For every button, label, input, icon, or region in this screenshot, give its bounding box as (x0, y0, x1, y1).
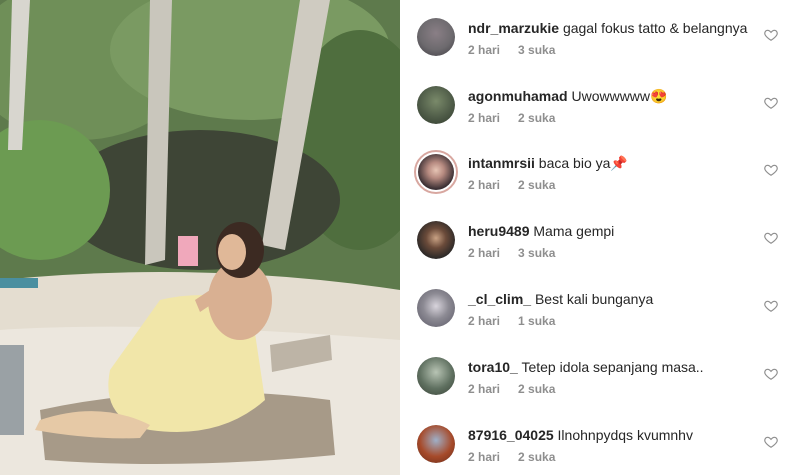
avatar[interactable] (414, 150, 458, 194)
comment-item: heru9489 Mama gempi 2 hari 3 suka (400, 221, 800, 289)
comment-username[interactable]: agonmuhamad (468, 88, 568, 104)
comment-meta: 2 hari 3 suka (468, 245, 555, 261)
comment-body: Mama gempi (533, 223, 615, 239)
avatar[interactable] (417, 18, 455, 56)
avatar-image (417, 425, 455, 463)
comment-item: agonmuhamad Uwowwwww😍 2 hari 2 suka (400, 86, 800, 154)
comment-body: Tetep idola sepanjang masa.. (521, 359, 704, 375)
comment-likes[interactable]: 1 suka (518, 314, 555, 328)
avatar-image (417, 221, 455, 259)
comment-text-line: tora10_ Tetep idola sepanjang masa.. (468, 358, 704, 376)
comment-time[interactable]: 2 hari (468, 314, 500, 328)
comment-text-line: _cl_clim_ Best kali bunganya (468, 290, 653, 308)
comment-time[interactable]: 2 hari (468, 246, 500, 260)
avatar-image (417, 18, 455, 56)
comment-time[interactable]: 2 hari (468, 111, 500, 125)
avatar[interactable] (417, 425, 455, 463)
comment-likes[interactable]: 3 suka (518, 246, 555, 260)
heart-icon[interactable] (764, 231, 778, 245)
heart-icon[interactable] (764, 28, 778, 42)
comment-item: _cl_clim_ Best kali bunganya 2 hari 1 suk… (400, 289, 800, 357)
avatar-image (417, 289, 455, 327)
avatar-image (417, 357, 455, 395)
comments-panel: ndr_marzukie gagal fokus tatto & belangn… (400, 0, 800, 475)
comment-body: Best kali bunganya (534, 291, 654, 307)
heart-icon[interactable] (764, 299, 778, 313)
avatar[interactable] (417, 221, 455, 259)
avatar-image (418, 154, 454, 190)
comment-username[interactable]: tora10_ (468, 359, 518, 375)
heart-icon[interactable] (764, 435, 778, 449)
comment-username[interactable]: ndr_marzukie (468, 20, 559, 36)
comment-likes[interactable]: 2 suka (518, 450, 555, 464)
comment-body: baca bio ya📌 (538, 155, 628, 171)
heart-icon[interactable] (764, 367, 778, 381)
comment-text-line: 87916_04025 Ilnohnpydqs kvumnhv (468, 426, 693, 444)
comment-likes[interactable]: 2 suka (518, 111, 555, 125)
post-photo (0, 0, 400, 475)
heart-icon[interactable] (764, 96, 778, 110)
comment-meta: 2 hari 3 suka (468, 42, 555, 58)
comment-body: gagal fokus tatto & belangnya (562, 20, 748, 36)
comment-body: Uwowwwww😍 (571, 88, 668, 104)
comment-text-line: intanmrsii baca bio ya📌 (468, 154, 628, 172)
comment-username[interactable]: _cl_clim_ (468, 291, 531, 307)
comment-item: 87916_04025 Ilnohnpydqs kvumnhv 2 hari 2 … (400, 425, 800, 475)
avatar[interactable] (417, 289, 455, 327)
comment-meta: 2 hari 2 suka (468, 449, 555, 465)
avatar-image (417, 86, 455, 124)
comment-meta: 2 hari 2 suka (468, 110, 555, 126)
comment-time[interactable]: 2 hari (468, 43, 500, 57)
comment-meta: 2 hari 2 suka (468, 381, 555, 397)
comment-username[interactable]: intanmrsii (468, 155, 535, 171)
comment-likes[interactable]: 2 suka (518, 178, 555, 192)
comment-item: ndr_marzukie gagal fokus tatto & belangn… (400, 18, 800, 86)
avatar[interactable] (417, 357, 455, 395)
comment-meta: 2 hari 1 suka (468, 313, 555, 329)
comment-meta: 2 hari 2 suka (468, 177, 555, 193)
comment-username[interactable]: 87916_04025 (468, 427, 554, 443)
comment-item: intanmrsii baca bio ya📌 2 hari 2 suka (400, 150, 800, 221)
comment-time[interactable]: 2 hari (468, 382, 500, 396)
comment-time[interactable]: 2 hari (468, 450, 500, 464)
heart-icon[interactable] (764, 163, 778, 177)
comment-text-line: agonmuhamad Uwowwwww😍 (468, 87, 667, 105)
comment-item: tora10_ Tetep idola sepanjang masa.. 2 h… (400, 357, 800, 425)
comment-body: Ilnohnpydqs kvumnhv (557, 427, 693, 443)
comment-username[interactable]: heru9489 (468, 223, 529, 239)
comment-text-line: ndr_marzukie gagal fokus tatto & belangn… (468, 19, 747, 37)
comment-likes[interactable]: 2 suka (518, 382, 555, 396)
comment-likes[interactable]: 3 suka (518, 43, 555, 57)
comment-time[interactable]: 2 hari (468, 178, 500, 192)
comment-text-line: heru9489 Mama gempi (468, 222, 614, 240)
avatar[interactable] (417, 86, 455, 124)
post-photo-illustration (0, 0, 400, 475)
